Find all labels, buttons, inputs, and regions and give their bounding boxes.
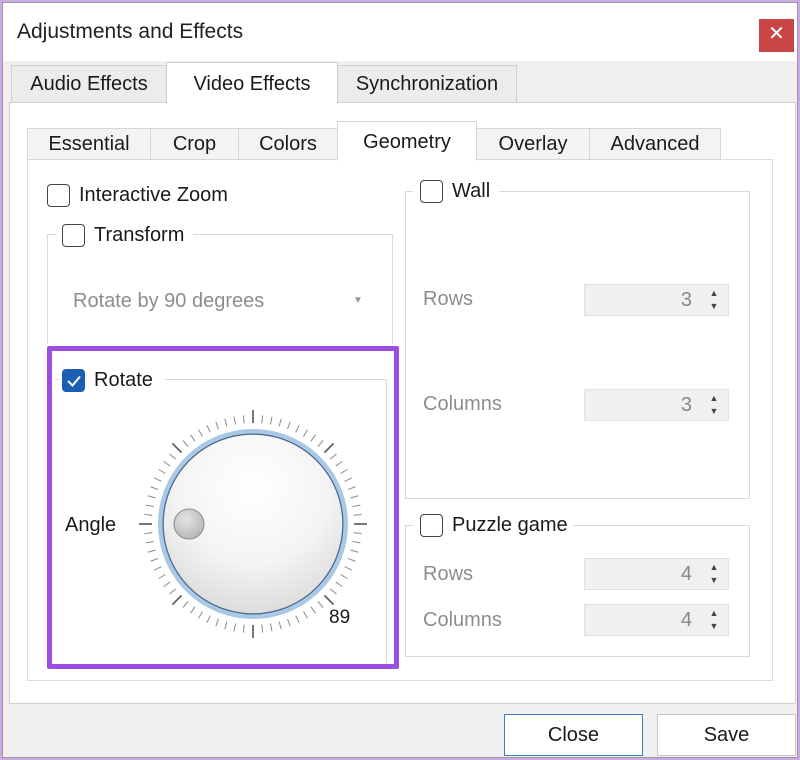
wall-rows-label: Rows	[423, 288, 474, 310]
tab-overlay[interactable]: Overlay	[476, 128, 590, 160]
wall-rows-value: 3	[680, 289, 692, 311]
interactive-zoom-checkbox[interactable]	[47, 184, 70, 207]
puzzle-rows-label: Rows	[423, 563, 474, 585]
window-close-button[interactable]: ✕	[759, 19, 794, 52]
spin-up-icon[interactable]: ▲	[703, 287, 725, 300]
puzzle-label: Puzzle game	[452, 514, 568, 536]
spin-down-icon[interactable]: ▼	[703, 300, 725, 313]
puzzle-columns-value: 4	[680, 609, 692, 631]
wall-checkbox[interactable]	[420, 180, 443, 203]
puzzle-rows-spinbox[interactable]: 4 ▲ ▼	[584, 558, 729, 590]
transform-combo[interactable]: Rotate by 90 degrees ▼	[63, 283, 379, 319]
tab-video-effects[interactable]: Video Effects	[166, 62, 338, 104]
tab-colors[interactable]: Colors	[238, 128, 338, 160]
puzzle-checkbox[interactable]	[420, 514, 443, 537]
puzzle-columns-label: Columns	[423, 609, 502, 631]
adjustments-window: Adjustments and Effects ✕ Audio Effects …	[2, 2, 798, 758]
spin-up-icon[interactable]: ▲	[703, 607, 725, 620]
tab-advanced[interactable]: Advanced	[589, 128, 721, 160]
spin-up-icon[interactable]: ▲	[703, 561, 725, 574]
transform-checkbox[interactable]	[62, 224, 85, 247]
chevron-down-icon: ▼	[353, 295, 363, 306]
spin-up-icon[interactable]: ▲	[703, 392, 725, 405]
spin-down-icon[interactable]: ▼	[703, 574, 725, 587]
wall-rows-spinbox[interactable]: 3 ▲ ▼	[584, 284, 729, 316]
wall-columns-spinbox[interactable]: 3 ▲ ▼	[584, 389, 729, 421]
transform-combo-value: Rotate by 90 degrees	[73, 290, 265, 312]
wall-group	[405, 191, 750, 499]
tab-synchronization[interactable]: Synchronization	[337, 65, 517, 103]
window-title: Adjustments and Effects	[17, 20, 244, 43]
wall-columns-label: Columns	[423, 393, 502, 415]
transform-label: Transform	[94, 224, 185, 246]
puzzle-columns-spinbox[interactable]: 4 ▲ ▼	[584, 604, 729, 636]
wall-label: Wall	[452, 180, 491, 202]
spin-down-icon[interactable]: ▼	[703, 405, 725, 418]
interactive-zoom-label: Interactive Zoom	[79, 184, 228, 206]
tab-essential[interactable]: Essential	[27, 128, 151, 160]
save-button[interactable]: Save	[657, 714, 796, 756]
tab-geometry[interactable]: Geometry	[337, 121, 477, 161]
puzzle-group	[405, 525, 750, 657]
title-bar: Adjustments and Effects ✕	[3, 3, 797, 61]
puzzle-rows-value: 4	[680, 563, 692, 585]
wall-columns-value: 3	[680, 394, 692, 416]
spin-down-icon[interactable]: ▼	[703, 620, 725, 633]
tab-audio-effects[interactable]: Audio Effects	[11, 65, 167, 103]
rotate-highlight-box	[47, 346, 399, 669]
close-button[interactable]: Close	[504, 714, 643, 756]
tab-crop[interactable]: Crop	[150, 128, 239, 160]
